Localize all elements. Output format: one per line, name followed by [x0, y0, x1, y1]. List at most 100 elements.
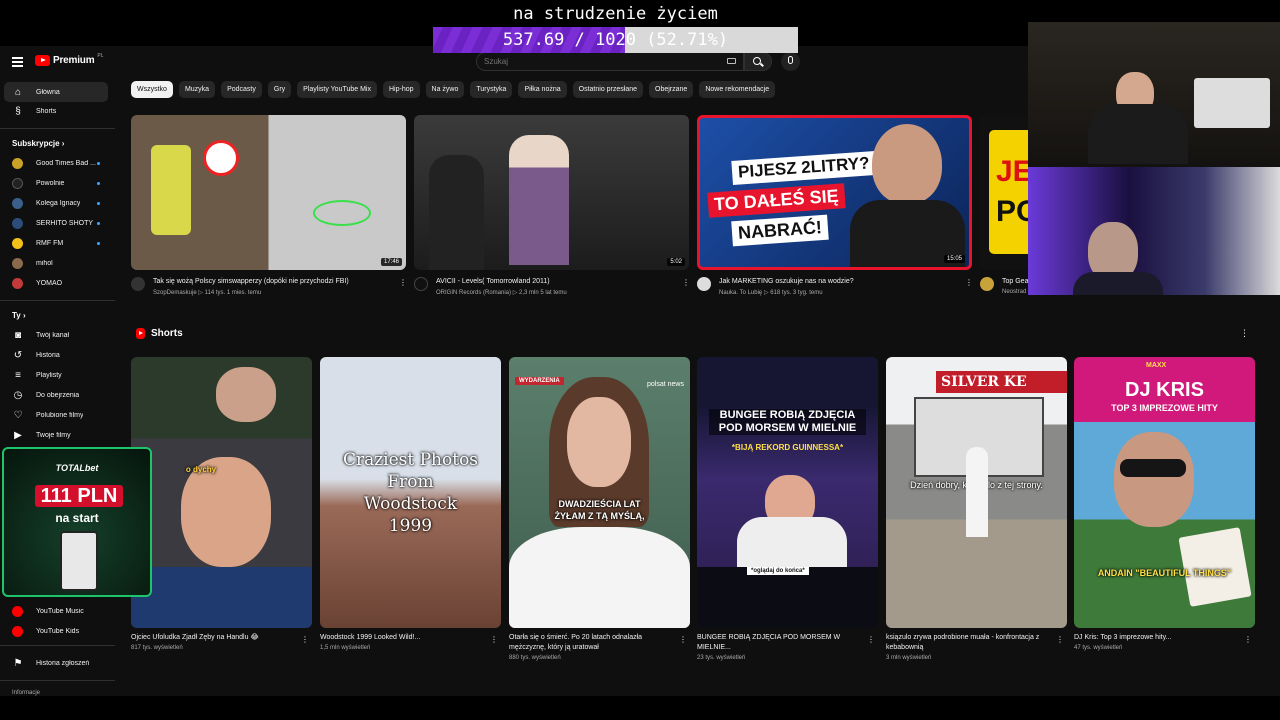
subscription-item[interactable]: mihol [4, 253, 108, 273]
more-options-icon[interactable]: ⋮ [1056, 635, 1064, 644]
short-thumbnail[interactable]: WYDARZENIA polsat news DWADZIEŚCIA LAT Ż… [509, 357, 690, 628]
short-title[interactable]: ksiązulo zrywa podrobione muała - konfro… [886, 633, 1046, 653]
sidebar-item-your-videos[interactable]: ▶ Twoje filmy [4, 425, 108, 445]
short-title[interactable]: Otarła się o śmierć. Po 20 latach odnala… [509, 633, 669, 653]
search-input[interactable] [477, 53, 717, 70]
more-options-icon[interactable]: ⋮ [1244, 635, 1252, 644]
video-card[interactable]: 17:46 Tak się wożą Polscy simswapperzy (… [131, 115, 407, 296]
video-title[interactable]: Jak MARKETING oszukuje nas na wodzie? [719, 277, 959, 286]
chip-all[interactable]: Wszystko [131, 81, 173, 98]
short-title[interactable]: Woodstock 1999 Looked Wild!... [320, 633, 480, 643]
sidebar-item-home[interactable]: ⌂ Główna [4, 82, 108, 102]
sidebar-item-youtube-kids[interactable]: YouTube Kids [4, 621, 108, 641]
clown-face [203, 140, 239, 176]
logo-country: PL [97, 52, 104, 59]
video-thumbnail[interactable]: 5:02 [414, 115, 689, 270]
more-options-icon[interactable]: ⋮ [867, 635, 875, 644]
subscription-label: Good Times Bad ... [36, 159, 96, 167]
chip-music[interactable]: Muzyka [178, 81, 216, 98]
video-thumbnail[interactable]: PIJESZ 2LITRY? TO DAŁEŚ SIĘ NABRAĆ! 15:0… [697, 115, 972, 270]
channel-avatar[interactable] [131, 277, 145, 291]
chip-mix-playlists[interactable]: Playlisty YouTube Mix [297, 81, 377, 98]
you-heading[interactable]: Ty › [12, 311, 26, 320]
more-options-icon[interactable]: ⋮ [679, 635, 687, 644]
chip-tourism[interactable]: Turystyka [470, 81, 513, 98]
sidebar-item-youtube-music[interactable]: YouTube Music [4, 601, 108, 621]
sidebar-item-label: Playlisty [36, 371, 62, 379]
sidebar-item-playlists[interactable]: ≡ Playlisty [4, 365, 108, 385]
short-card[interactable]: Craziest Photos From Woodstock 1999 Wood… [320, 357, 501, 651]
webcam-printer [1194, 78, 1270, 128]
more-options-icon[interactable]: ⋮ [490, 635, 498, 644]
chip-football[interactable]: Piłka nożna [518, 81, 567, 98]
subscription-item[interactable]: Good Times Bad ... [4, 153, 108, 173]
shorts-more-options-icon[interactable]: ⋮ [1240, 328, 1249, 339]
video-thumbnail[interactable]: 17:46 [131, 115, 406, 270]
channel-name[interactable]: SzopDemaskuje [153, 290, 197, 296]
chip-watched[interactable]: Obejrzane [649, 81, 694, 98]
chip-hip-hop[interactable]: Hip-hop [383, 81, 420, 98]
search-button[interactable] [744, 52, 772, 71]
short-caption-3: ANDAIN "BEAUTIFUL THINGS" [1097, 568, 1232, 578]
subscription-item[interactable]: SERHITO SHOTY [4, 213, 108, 233]
shorts-section-header: Shorts [136, 328, 183, 339]
logo-text: Premium [53, 55, 95, 66]
subscription-label: Powolnie [36, 179, 65, 187]
short-title[interactable]: DJ Kris: Top 3 imprezowe hity... [1074, 633, 1234, 643]
short-thumbnail[interactable]: BUNGEE ROBIĄ ZDJĘCIA POD MORSEM W MIELNI… [697, 357, 878, 628]
voice-search-button[interactable] [781, 52, 800, 71]
subscription-item[interactable]: YOMAO [4, 273, 108, 293]
video-title[interactable]: AVICII - Levels( Tomorrowland 2011) [436, 277, 676, 286]
shorts-icon [136, 328, 145, 339]
hamburger-menu-icon[interactable] [12, 57, 23, 67]
thumbnail-shirt [737, 517, 847, 567]
sidebar-item-history[interactable]: ↺ Historia [4, 345, 108, 365]
channel-avatar[interactable] [414, 277, 428, 291]
short-title[interactable]: Ojciec Ufoludka Zjadł Zęby na Handlu 😂 [131, 633, 291, 643]
sidebar-item-shorts[interactable]: § Shorts [4, 101, 108, 121]
short-card[interactable]: WYDARZENIA polsat news DWADZIEŚCIA LAT Ż… [509, 357, 690, 661]
sidebar-item-your-channel[interactable]: ◙ Twój kanał [4, 325, 108, 345]
video-title[interactable]: Tak się wożą Polscy simswapperzy (dopóki… [153, 277, 393, 286]
short-card[interactable]: BUNGEE ROBIĄ ZDJĘCIA POD MORSEM W MIELNI… [697, 357, 878, 661]
chip-new-recommendations[interactable]: Nowe rekomendacje [699, 81, 776, 98]
keyboard-icon[interactable] [727, 58, 736, 64]
chip-podcasts[interactable]: Podcasty [221, 81, 262, 98]
video-card[interactable]: PIJESZ 2LITRY? TO DAŁEŚ SIĘ NABRAĆ! 15:0… [697, 115, 973, 296]
sidebar-item-watch-later[interactable]: ◷ Do obejrzenia [4, 385, 108, 405]
ad-brand: TOTALbet [55, 463, 99, 473]
short-caption: DJ KRIS [1125, 379, 1204, 401]
search-box [476, 52, 744, 71]
subscriptions-heading[interactable]: Subskrypcje › [12, 139, 64, 148]
youtube-premium-logo[interactable]: Premium PL [35, 52, 104, 66]
short-title[interactable]: BUNGEE ROBIĄ ZDJĘCIA POD MORSEM W MIELNI… [697, 633, 857, 653]
more-options-icon[interactable]: ⋮ [965, 278, 973, 287]
subscription-item[interactable]: Kolega Ignacy [4, 193, 108, 213]
channel-name[interactable]: Neostrad [1002, 289, 1026, 295]
more-options-icon[interactable]: ⋮ [682, 278, 690, 287]
more-options-icon[interactable]: ⋮ [301, 635, 309, 644]
sidebar-item-label: Shorts [36, 107, 57, 115]
subscription-item[interactable]: Powolnie [4, 173, 108, 193]
short-views: 817 tys. wyświetleń [131, 645, 183, 651]
short-thumbnail[interactable]: Craziest Photos From Woodstock 1999 [320, 357, 501, 628]
chip-games[interactable]: Gry [267, 81, 292, 98]
subscription-item[interactable]: RMF FM [4, 233, 108, 253]
video-card[interactable]: 5:02 AVICII - Levels( Tomorrowland 2011)… [414, 115, 690, 296]
channel-avatar[interactable] [697, 277, 711, 291]
more-options-icon[interactable]: ⋮ [399, 278, 407, 287]
video-duration: 15:05 [943, 255, 965, 263]
chip-live[interactable]: Na żywo [425, 81, 465, 98]
sidebar-item-liked-videos[interactable]: ♡ Polubione filmy [4, 405, 108, 425]
chip-recently-uploaded[interactable]: Ostatnio przesłane [572, 81, 644, 98]
channel-avatar[interactable] [980, 277, 994, 291]
channel-name[interactable]: ORIGIN Records (Romania) [436, 290, 511, 296]
channel-name[interactable]: Nauka. To Lubię [719, 290, 762, 296]
short-thumbnail[interactable]: SILVER KE Dzień dobry, ksiązulo z tej st… [886, 357, 1067, 628]
short-card[interactable]: o dychy Ojciec Ufoludka Zjadł Zęby na Ha… [131, 357, 312, 651]
short-card[interactable]: SILVER KE Dzień dobry, ksiązulo z tej st… [886, 357, 1067, 661]
short-thumbnail[interactable]: o dychy [131, 357, 312, 628]
short-card[interactable]: MAXX DJ KRIS TOP 3 IMPREZOWE HITY ANDAIN… [1074, 357, 1255, 651]
sidebar-item-report-history[interactable]: ⚑ Historia zgłoszeń [4, 653, 108, 673]
short-thumbnail[interactable]: MAXX DJ KRIS TOP 3 IMPREZOWE HITY ANDAIN… [1074, 357, 1255, 628]
